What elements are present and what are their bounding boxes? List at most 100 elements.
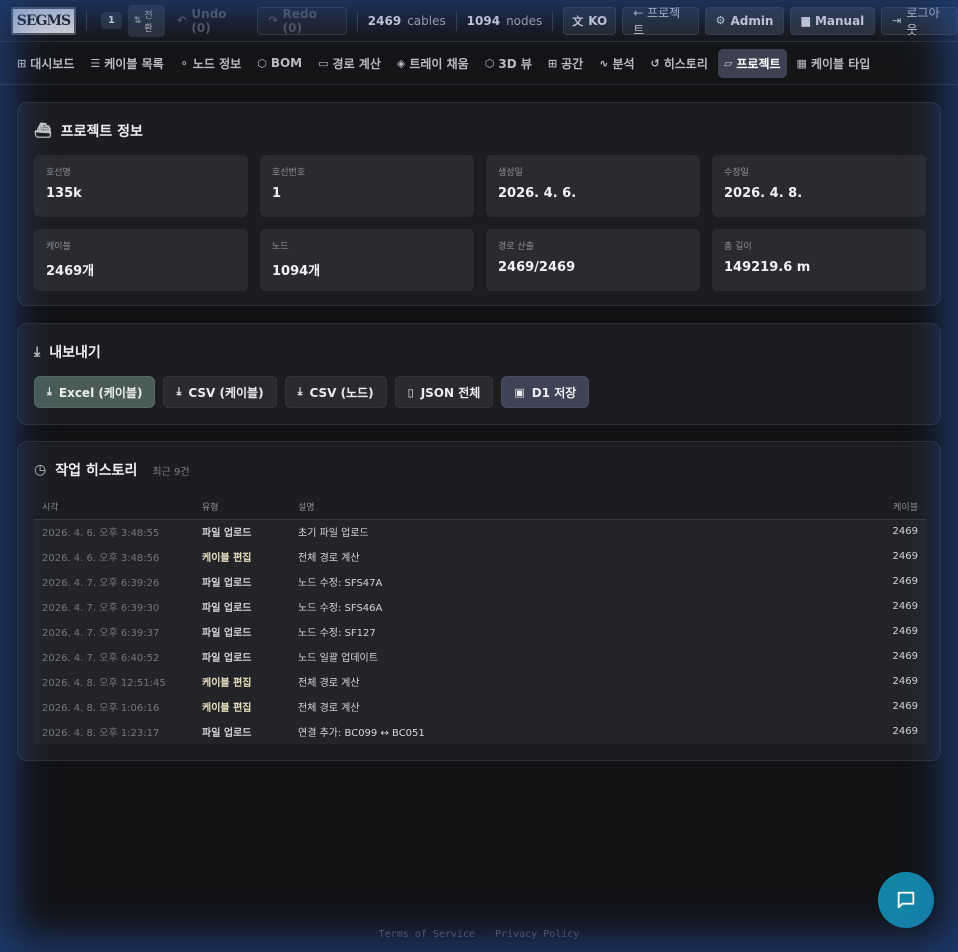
info-field-value: 2469개: [46, 264, 95, 279]
nav-tab-10[interactable]: ▱ 프로젝트: [717, 48, 787, 78]
history-description: 노드 일괄 업데이트: [298, 653, 378, 664]
history-description: 전체 경로 계산: [298, 553, 360, 564]
nav-tab-label: 공간: [561, 56, 584, 71]
history-subtitle: 최근 9건: [152, 466, 190, 478]
back-to-project-button[interactable]: ← 프로젝트: [622, 5, 699, 37]
nav-tab-3[interactable]: ⬡ BOM: [251, 50, 308, 76]
switch-project-button[interactable]: ⇅ 전환: [127, 4, 166, 37]
project-info-grid: 호선명 135k 호선번호 1 생성일 2026. 4. 6. 수정일 2026. 4. 8.…: [34, 155, 926, 291]
history-time: 2026. 4. 8. 오후 1:06:16: [42, 703, 160, 714]
info-field-value: 149219.6 m: [724, 260, 811, 275]
nav-tab-label: 분석: [612, 56, 635, 71]
info-field-label: 수정일: [724, 168, 749, 178]
book-icon: ▆: [801, 14, 810, 27]
nodes-count: 1094: [466, 13, 501, 28]
history-title: 작업 히스토리: [55, 463, 138, 479]
export-card: ⤓ 내보내기 ⤓ Excel (케이블) ⤓ CSV (케이블) ⤓ CSV (노드) ▯ J…: [17, 323, 941, 425]
divider: [85, 10, 87, 31]
top-bar: SEGMS 1 ⇅ 전환 ↶ Undo (0) ↷ Redo (0) 2469 cabl…: [0, 0, 958, 42]
export-csv-nodes-button[interactable]: ⤓ CSV (노드): [284, 376, 387, 408]
nav-tab-icon: ⊞: [547, 56, 558, 70]
export-csv-cables-button[interactable]: ⤓ CSV (케이블): [163, 376, 277, 408]
info-field-label: 호선명: [46, 168, 71, 178]
history-header-row: 시각 유형 설명 케이블: [34, 495, 926, 520]
history-row: 2026. 4. 7. 오후 6:39:26 파일 업로드 노드 수정: SFS47…: [34, 569, 926, 594]
info-field: 노드 1094개: [260, 229, 474, 291]
history-card: ◷ 작업 히스토리 최근 9건 시각 유형 설명 케이블 2026. 4. 6.…: [17, 441, 941, 761]
redo-label: Redo (0): [282, 6, 317, 35]
nav-tab-7[interactable]: ⊞ 공간: [542, 49, 589, 78]
ship-icon: ⛴: [34, 123, 52, 139]
admin-button[interactable]: ⚙ Admin: [704, 6, 785, 35]
history-type: 파일 업로드: [202, 603, 252, 614]
project-info-title: 프로젝트 정보: [60, 124, 143, 140]
info-field-value: 2026. 4. 8.: [724, 186, 803, 201]
history-row: 2026. 4. 7. 오후 6:39:30 파일 업로드 노드 수정: SFS46…: [34, 594, 926, 619]
info-field-value: 2469/2469: [498, 260, 576, 275]
nav-tab-label: 대시보드: [30, 56, 75, 71]
nav-tab-11[interactable]: ▦ 케이블 타입: [791, 49, 877, 78]
app-logo[interactable]: SEGMS: [11, 6, 76, 35]
nav-tab-icon: ⚬: [179, 56, 189, 70]
download-icon: ⤓: [176, 385, 182, 398]
nav-tab-9[interactable]: ↺ 히스토리: [645, 49, 714, 78]
nav-tab-2[interactable]: ⚬ 노드 정보: [174, 49, 248, 78]
history-cables: 2469: [892, 626, 918, 637]
history-heading: ◷ 작업 히스토리 최근 9건: [34, 460, 190, 480]
history-cables: 2469: [892, 526, 918, 538]
info-field: 총 길이 149219.6 m: [712, 229, 926, 291]
export-button-label: CSV (케이블): [188, 385, 264, 400]
nav-tab-label: 노드 정보: [192, 56, 242, 71]
export-buttons: ⤓ Excel (케이블) ⤓ CSV (케이블) ⤓ CSV (노드) ▯ JSON 전체 ▣…: [34, 376, 590, 408]
nav-tab-label: 히스토리: [663, 56, 708, 71]
history-type: 파일 업로드: [202, 628, 252, 639]
undo-button[interactable]: ↶ Undo (0): [171, 7, 251, 35]
admin-label: Admin: [730, 13, 774, 28]
privacy-link[interactable]: Privacy Policy: [495, 929, 579, 940]
chat-icon: [897, 891, 915, 909]
nav-tab-label: BOM: [270, 56, 303, 70]
cables-count: 2469: [367, 13, 402, 28]
download-icon: ⤓: [297, 385, 303, 398]
save-d1-button[interactable]: ▣ D1 저장: [501, 376, 590, 408]
nav-tab-label: 케이블 타입: [810, 56, 871, 71]
terms-link[interactable]: Terms of Service: [379, 929, 475, 940]
history-time: 2026. 4. 6. 오후 3:48:55: [42, 528, 160, 540]
nav-tab-0[interactable]: ⊞ 대시보드: [11, 49, 80, 78]
main-nav: ⊞ 대시보드 ☰ 케이블 목록 ⚬ 노드 정보 ⬡ BOM ▭ 경로 계산 ◈ 트레이 채움 ⬡ 3D 뷰…: [0, 42, 958, 85]
export-json-all-button[interactable]: ▯ JSON 전체: [394, 376, 494, 408]
manual-button[interactable]: ▆ Manual: [790, 6, 876, 35]
nav-tab-5[interactable]: ◈ 트레이 채움: [391, 49, 475, 78]
info-field-value: 1: [272, 186, 282, 201]
info-field: 수정일 2026. 4. 8.: [712, 155, 926, 217]
export-button-label: D1 저장: [531, 385, 577, 400]
nav-tab-label: 경로 계산: [332, 56, 381, 71]
column-header-cables: 케이블: [782, 495, 926, 520]
history-row: 2026. 4. 8. 오후 12:51:45 케이블 편집 전체 경로 계산 246…: [34, 669, 926, 694]
language-button[interactable]: 文 KO: [563, 6, 617, 35]
cables-stat: 2469 cables: [368, 14, 446, 28]
history-time: 2026. 4. 7. 오후 6:39:37: [42, 628, 160, 639]
project-info-card: ⛴ 프로젝트 정보 호선명 135k 호선번호 1 생성일 2026. 4. 6. 수정일 2…: [17, 102, 941, 306]
export-heading: ⤓ 내보내기: [34, 342, 101, 362]
history-type: 케이블 편집: [202, 553, 252, 564]
export-excel-cables-button[interactable]: ⤓ Excel (케이블): [34, 376, 156, 408]
logout-button[interactable]: ⇥ 로그아웃: [881, 6, 958, 37]
history-description: 전체 경로 계산: [298, 678, 360, 689]
redo-button[interactable]: ↷ Redo (0): [257, 6, 347, 35]
chat-button[interactable]: [878, 872, 934, 928]
history-cables: 2469: [892, 701, 918, 712]
nav-tab-8[interactable]: ∿ 분석: [593, 49, 640, 78]
logout-icon: ⇥: [892, 14, 902, 27]
nav-tab-icon: ◈: [396, 56, 406, 70]
history-time: 2026. 4. 8. 오후 1:23:17: [42, 728, 160, 739]
nav-tab-4[interactable]: ▭ 경로 계산: [312, 49, 387, 78]
nav-tab-1[interactable]: ☰ 케이블 목록: [84, 49, 169, 78]
nav-tab-label: 3D 뷰: [498, 56, 532, 71]
nav-tab-6[interactable]: ⬡ 3D 뷰: [479, 49, 538, 78]
download-icon: ⤓: [47, 385, 52, 398]
project-link-label: ← 프로젝트: [633, 5, 681, 37]
history-table: 시각 유형 설명 케이블 2026. 4. 6. 오후 3:48:55 파일 업로…: [34, 495, 926, 744]
column-header-description: 설명: [290, 495, 783, 520]
info-field-label: 경로 산출: [498, 242, 534, 252]
